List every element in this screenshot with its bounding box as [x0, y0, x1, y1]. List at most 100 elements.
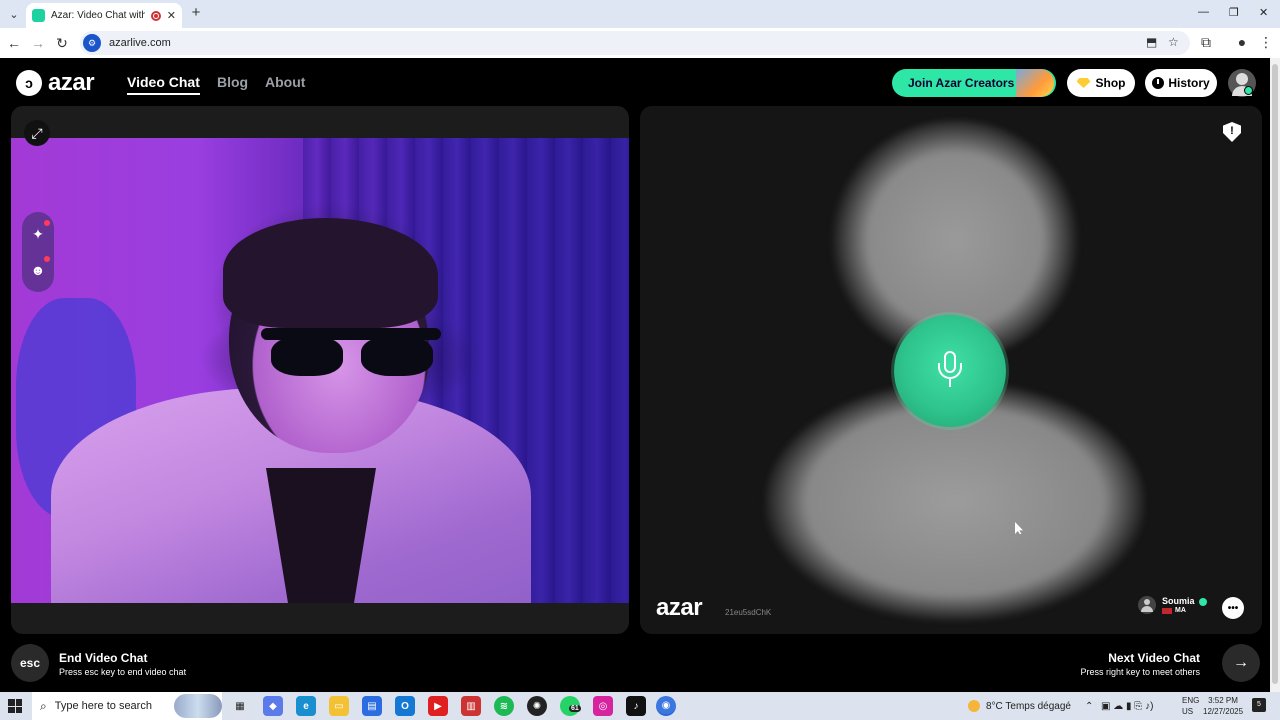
- partner-country: MA: [1175, 607, 1186, 614]
- language-region: US: [1182, 707, 1194, 716]
- copilot-icon[interactable]: ◆: [263, 696, 283, 716]
- back-icon[interactable]: ←: [6, 35, 22, 51]
- history-label: History: [1168, 76, 1210, 90]
- azar-watermark: azar: [656, 594, 703, 621]
- chrome-menu-icon[interactable]: ⋮: [1258, 34, 1274, 50]
- windows-start-icon[interactable]: [8, 699, 22, 713]
- extensions-icon[interactable]: ⧉: [1198, 34, 1214, 50]
- outlook-icon[interactable]: O: [395, 696, 415, 716]
- profile-chrome-icon[interactable]: ●: [1234, 34, 1250, 50]
- room-code: 21eu5sdChK: [725, 608, 772, 617]
- azar-page: ↄ azar Video Chat Blog About Join Azar C…: [0, 58, 1270, 692]
- language-code: ENG: [1182, 696, 1200, 705]
- person-hair: [223, 218, 438, 328]
- chat-bubble-icon[interactable]: •••: [1222, 597, 1244, 619]
- history-clock-icon: [1152, 77, 1165, 89]
- youtube-icon[interactable]: ▶: [428, 696, 448, 716]
- weather-text: 8°C Temps dégagé: [986, 700, 1071, 712]
- end-video-chat-hint: Press esc key to end video chat: [59, 667, 187, 677]
- bookmark-star-icon[interactable]: ☆: [1168, 35, 1179, 49]
- nav-blog[interactable]: Blog: [217, 74, 248, 90]
- whatsapp-icon[interactable]: 61: [560, 696, 581, 716]
- next-video-chat-hint: Press right key to meet others: [1080, 667, 1200, 677]
- search-icon: ⌕: [40, 698, 47, 713]
- report-shield-icon[interactable]: !: [1223, 122, 1241, 142]
- shop-button[interactable]: Shop: [1067, 69, 1135, 97]
- notification-center-icon[interactable]: 5: [1252, 698, 1266, 712]
- online-status-dot: [1244, 86, 1253, 95]
- taskbar-search[interactable]: ⌕ Type here to search: [32, 692, 222, 720]
- task-view-icon[interactable]: ▦: [230, 696, 250, 716]
- sunglasses: [261, 328, 441, 376]
- reload-icon[interactable]: ↻: [54, 35, 70, 51]
- page-scrollbar[interactable]: [1270, 58, 1280, 692]
- system-clock[interactable]: 3:52 PM 12/27/2025: [1203, 695, 1243, 717]
- store-icon[interactable]: ▤: [362, 696, 382, 716]
- azar-logo[interactable]: ↄ azar: [16, 69, 95, 97]
- instagram-icon[interactable]: ◎: [593, 696, 613, 716]
- tiktok-icon[interactable]: ♪: [626, 696, 646, 716]
- input-language[interactable]: ENG US: [1182, 695, 1199, 717]
- effects-toolbar: ✦ ☻: [22, 212, 54, 292]
- end-video-chat-title: End Video Chat: [59, 651, 148, 665]
- azar-logo-icon: ↄ: [16, 70, 42, 96]
- recording-icon: [150, 10, 161, 21]
- restore-button[interactable]: ❐: [1229, 6, 1239, 19]
- chatgpt-icon[interactable]: ✺: [527, 696, 547, 716]
- chrome-icon[interactable]: ◉: [656, 696, 676, 716]
- join-azar-creators-label: Join Azar Creators: [908, 76, 1015, 90]
- next-video-chat-button[interactable]: →: [1222, 644, 1260, 682]
- tab-title: Azar: Video Chat with New: [51, 10, 145, 21]
- tray-status-icons[interactable]: ▣ ☁ ▮ ⎘ ♪): [1101, 692, 1153, 720]
- shop-label: Shop: [1095, 76, 1126, 90]
- tray-up-arrow-icon[interactable]: ⌃: [1085, 692, 1093, 720]
- effects-notification-dot: [44, 220, 50, 226]
- forward-icon[interactable]: →: [30, 35, 46, 51]
- new-tab-button[interactable]: +: [188, 5, 204, 21]
- clock-time: 3:52 PM: [1208, 696, 1238, 705]
- site-info-icon[interactable]: ⚙: [83, 34, 101, 52]
- search-highlight-image: [174, 694, 222, 718]
- history-button[interactable]: History: [1145, 69, 1217, 97]
- azar-logo-text: azar: [48, 69, 95, 96]
- window-close-button[interactable]: ✕: [1259, 6, 1268, 19]
- partner-name-row: Soumia: [1162, 596, 1207, 606]
- partner-country-row: MA: [1162, 607, 1207, 614]
- taskbar-search-text: Type here to search: [54, 700, 152, 712]
- verified-badge-icon: [1198, 597, 1207, 606]
- partner-name: Soumia: [1162, 596, 1195, 606]
- url-text[interactable]: azarlive.com: [109, 37, 171, 49]
- sticker-notification-dot: [44, 256, 50, 262]
- whatsapp-badge: 61: [569, 705, 581, 712]
- partner-avatar-icon: [1138, 596, 1156, 614]
- calendar-app-icon[interactable]: ▥: [461, 696, 481, 716]
- browser-tab[interactable]: Azar: Video Chat with New ✕: [26, 3, 182, 28]
- address-bar-row: ← → ↻ ⚙ azarlive.com ⬒ ☆ ⧉ ● ⋮: [0, 28, 1280, 58]
- self-camera-feed: [11, 138, 629, 603]
- next-video-chat-title: Next Video Chat: [1108, 651, 1200, 665]
- file-explorer-icon[interactable]: ▭: [329, 696, 349, 716]
- url-bar[interactable]: ⚙ azarlive.com ⬒ ☆: [80, 31, 1190, 55]
- microphone-icon: [935, 351, 965, 391]
- nav-video-chat[interactable]: Video Chat: [127, 74, 200, 95]
- partner-info[interactable]: Soumia MA: [1138, 596, 1207, 614]
- tab-search-button[interactable]: ⌄: [4, 4, 24, 24]
- self-video-panel: ⤢ ✦ ☻: [11, 106, 629, 634]
- install-app-icon[interactable]: ⬒: [1146, 35, 1157, 49]
- gem-icon: [1076, 78, 1091, 88]
- voice-only-indicator: [894, 315, 1006, 427]
- weather-widget[interactable]: 8°C Temps dégagé: [968, 692, 1071, 720]
- moon-weather-icon: [968, 700, 980, 712]
- expand-icon[interactable]: ⤢: [24, 120, 50, 146]
- edge-icon[interactable]: e: [296, 696, 316, 716]
- windows-taskbar: ⌕ Type here to search ▦ ◆ e ▭ ▤ O ▶ ▥ ≋ …: [0, 692, 1280, 720]
- nav-about[interactable]: About: [265, 74, 305, 90]
- spotify-icon[interactable]: ≋: [494, 696, 514, 716]
- morocco-flag-icon: [1162, 607, 1172, 614]
- partner-video-panel: ! azar 21eu5sdChK Soumia MA •••: [640, 106, 1262, 634]
- browser-tab-bar: ⌄ Azar: Video Chat with New ✕ + — ❐ ✕: [0, 0, 1280, 28]
- join-azar-creators-button[interactable]: Join Azar Creators: [892, 69, 1056, 97]
- end-chat-esc-button[interactable]: esc: [11, 644, 49, 682]
- tab-close-icon[interactable]: ✕: [167, 9, 176, 22]
- minimize-button[interactable]: —: [1198, 6, 1209, 18]
